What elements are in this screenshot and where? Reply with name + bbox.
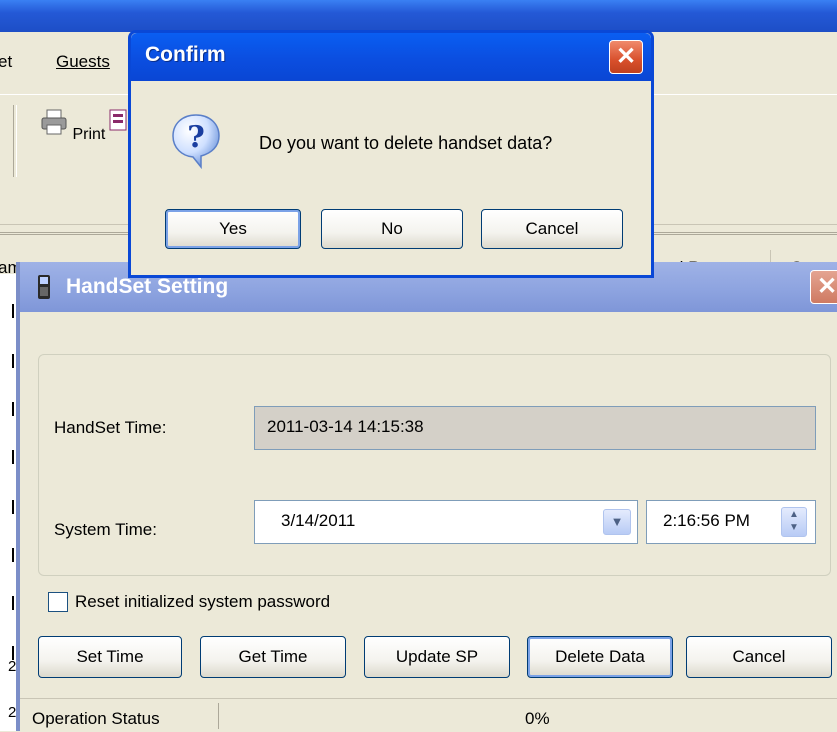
toolbar-separator [13, 105, 17, 177]
operation-status-label: Operation Status [32, 709, 160, 728]
question-icon: ? [172, 114, 220, 169]
system-time-value: 2:16:56 PM [663, 511, 750, 530]
handset-time-value: 2011-03-14 14:15:38 [267, 417, 424, 436]
row-marker [12, 450, 14, 464]
confirm-titlebar[interactable]: Confirm ✕ [131, 33, 651, 81]
status-separator [218, 703, 219, 729]
menu-item-guests[interactable]: Guests [56, 52, 110, 72]
operation-progress-value: 0% [525, 709, 550, 728]
row-marker [12, 548, 14, 562]
system-time-label: System Time: [54, 520, 157, 539]
system-date-value: 3/14/2011 [281, 511, 356, 530]
handset-cancel-button[interactable]: Cancel [686, 636, 832, 678]
set-time-button[interactable]: Set Time [38, 636, 182, 678]
row-marker [12, 402, 14, 416]
chevron-down-icon: ▼ [610, 514, 624, 529]
system-time-picker[interactable]: 2:16:56 PM ▲ ▼ [646, 500, 816, 544]
time-spinner[interactable]: ▲ ▼ [781, 507, 807, 537]
handset-time-label: HandSet Time: [54, 418, 167, 437]
confirm-message: Do you want to delete handset data? [259, 133, 553, 153]
handset-icon [38, 275, 50, 299]
main-window-titlebar [0, 0, 837, 32]
confirm-dialog: Confirm ✕ ? Do you want to delete handse… [128, 30, 654, 278]
reset-password-label[interactable]: Reset initialized system password [75, 592, 330, 612]
delete-data-button[interactable]: Delete Data [527, 636, 673, 678]
system-date-picker[interactable]: 3/14/2011 ▼ [254, 500, 638, 544]
print-label: Print [72, 126, 106, 143]
reset-password-checkbox[interactable] [48, 592, 68, 612]
close-icon: ✕ [816, 273, 837, 300]
date-dropdown-button[interactable]: ▼ [603, 509, 631, 535]
status-bar: Operation Status 0% [20, 698, 837, 732]
handset-time-field[interactable]: 2011-03-14 14:15:38 [254, 406, 816, 450]
row-marker [12, 354, 14, 368]
spinner-up-down-icon: ▲ ▼ [789, 509, 799, 533]
row-marker [12, 596, 14, 610]
row-marker [12, 500, 14, 514]
svg-text:?: ? [187, 120, 205, 155]
get-time-button[interactable]: Get Time [200, 636, 346, 678]
handset-close-button[interactable]: ✕ [810, 270, 837, 304]
confirm-title: Confirm [145, 43, 226, 66]
yes-button[interactable]: Yes [165, 209, 301, 249]
menu-item-guests-label: Guests [56, 52, 110, 71]
confirm-close-button[interactable]: ✕ [609, 40, 643, 74]
row-marker [12, 304, 14, 318]
confirm-cancel-button[interactable]: Cancel [481, 209, 623, 249]
menu-item-partial[interactable]: et [0, 52, 12, 72]
print-button[interactable]: Print [40, 108, 105, 144]
printer-icon [41, 109, 67, 135]
close-icon: ✕ [615, 43, 637, 70]
update-sp-button[interactable]: Update SP [364, 636, 510, 678]
no-button[interactable]: No [321, 209, 463, 249]
handset-window-title: HandSet Setting [66, 275, 229, 298]
